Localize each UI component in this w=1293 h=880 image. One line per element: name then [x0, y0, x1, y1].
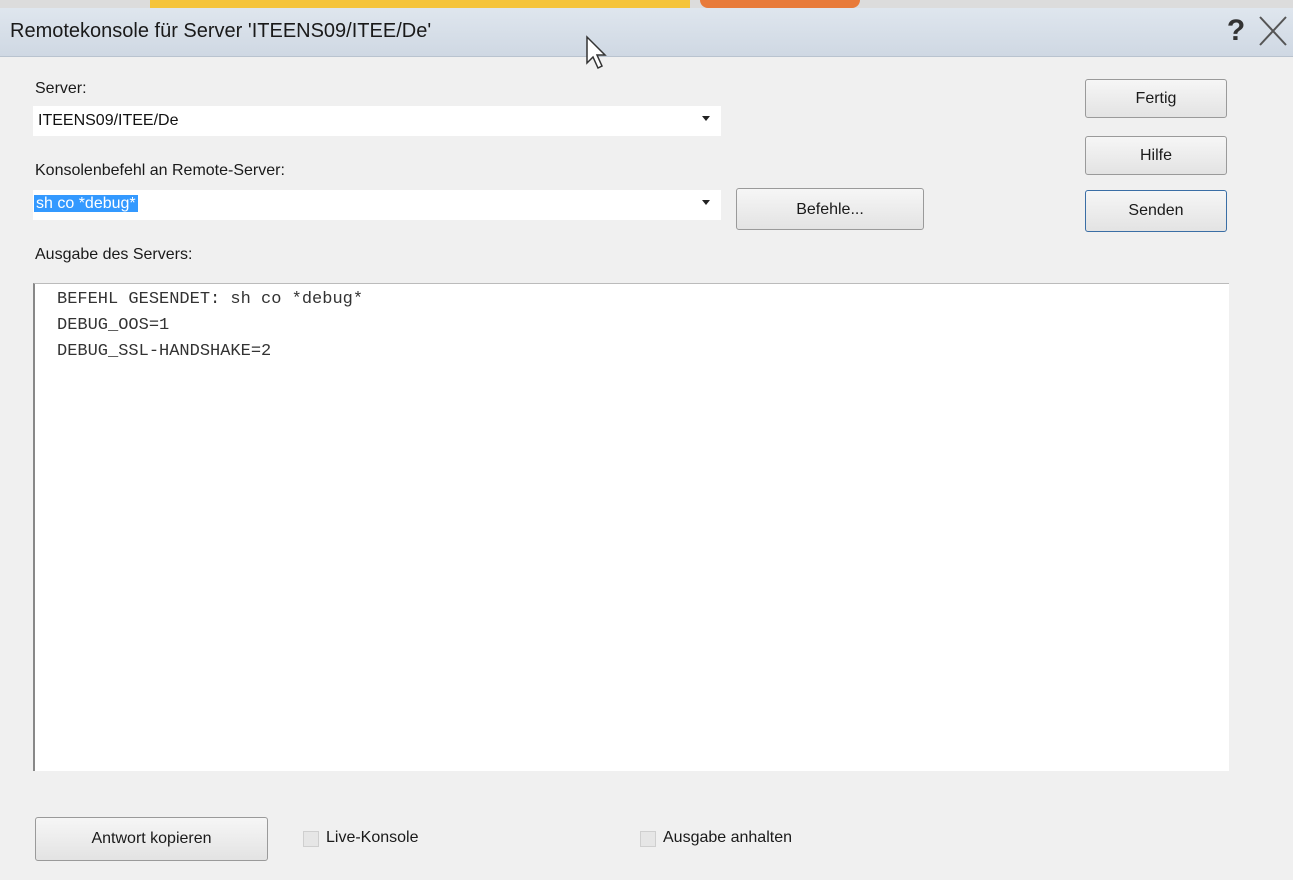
background-decoration — [700, 0, 860, 8]
help-icon[interactable]: ? — [1222, 14, 1250, 48]
command-value: sh co *debug* — [34, 195, 138, 212]
chevron-down-icon[interactable] — [702, 200, 710, 205]
befehle-button[interactable]: Befehle... — [736, 188, 924, 230]
title-bar[interactable]: Remotekonsole für Server 'ITEENS09/ITEE/… — [0, 8, 1293, 57]
server-output-area[interactable]: BEFEHL GESENDET: sh co *debug* DEBUG_OOS… — [33, 283, 1229, 771]
output-label: Ausgabe des Servers: — [35, 246, 193, 263]
command-label: Konsolenbefehl an Remote-Server: — [35, 162, 285, 179]
server-dropdown[interactable]: ITEENS09/ITEE/De — [33, 106, 721, 136]
output-line: DEBUG_SSL-HANDSHAKE=2 — [57, 342, 272, 361]
close-icon[interactable] — [1254, 14, 1290, 48]
senden-button[interactable]: Senden — [1085, 190, 1227, 232]
ausgabe-anhalten-label: Ausgabe anhalten — [663, 829, 792, 846]
server-label: Server: — [35, 80, 87, 97]
output-line: BEFEHL GESENDET: sh co *debug* — [57, 290, 364, 309]
server-value: ITEENS09/ITEE/De — [38, 112, 179, 129]
live-konsole-label: Live-Konsole — [326, 829, 419, 846]
fertig-button[interactable]: Fertig — [1085, 79, 1227, 118]
hilfe-button[interactable]: Hilfe — [1085, 136, 1227, 175]
window-title: Remotekonsole für Server 'ITEENS09/ITEE/… — [10, 20, 432, 42]
live-konsole-checkbox[interactable] — [303, 831, 319, 847]
command-input[interactable]: sh co *debug* — [33, 190, 721, 220]
copy-response-button[interactable]: Antwort kopieren — [35, 817, 268, 861]
output-line: DEBUG_OOS=1 — [57, 316, 170, 335]
ausgabe-anhalten-checkbox[interactable] — [640, 831, 656, 847]
mouse-pointer-icon — [585, 35, 615, 75]
chevron-down-icon[interactable] — [702, 116, 710, 121]
background-decoration — [150, 0, 690, 8]
background-strip — [0, 0, 1293, 8]
